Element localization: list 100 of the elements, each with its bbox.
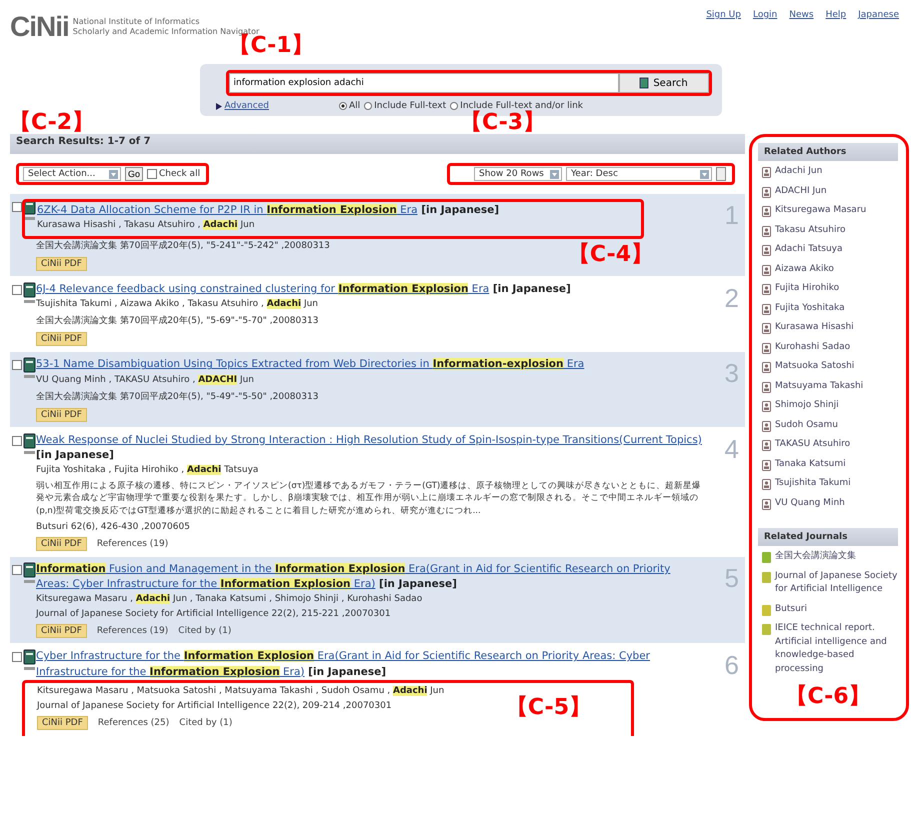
checkbox[interactable] [12, 436, 22, 446]
pdf-badge[interactable]: CiNii PDF [36, 332, 87, 346]
header-link[interactable]: Help [826, 10, 846, 44]
author-link[interactable]: TAKASU Atsuhiro [775, 438, 850, 452]
person-icon [762, 498, 771, 510]
pdf-badge[interactable]: CiNii PDF [36, 537, 87, 552]
journal-link[interactable]: Journal of Japanese Society for Artificial Intelligence [775, 570, 898, 596]
person-icon [762, 362, 771, 373]
checkbox[interactable] [12, 652, 22, 662]
author-link[interactable]: Shimojo Shinji [775, 399, 839, 412]
author-list: Kitsuregawa Masaru , Matsuoka Satoshi , Matsuyama Takashi , Sudoh Osamu , Adachi Jun [37, 686, 627, 696]
result-title-link[interactable]: 6J-4 Relevance feedback using constrained clustering for Information Explosion Era [in Japanese] [36, 282, 705, 298]
search-button[interactable]: Search [618, 73, 708, 93]
pdf-badge[interactable]: CiNii PDF [36, 624, 87, 638]
result-link[interactable]: References (25) [98, 718, 170, 728]
search-field[interactable]: information explosion adachi [228, 73, 618, 93]
book-icon [639, 77, 650, 89]
radio-button[interactable] [364, 102, 372, 110]
triangle-icon [216, 102, 222, 110]
caret-icon [550, 170, 559, 178]
radio-label: Include Full-text and/or link [460, 101, 584, 111]
checkbox[interactable] [12, 202, 22, 212]
author-link[interactable]: Fujita Yoshitaka [775, 302, 845, 315]
author-link[interactable]: Kitsuregawa Masaru [775, 204, 866, 218]
journal-link[interactable]: IEICE technical report. Artificial intelligence and knowledge-based processing [775, 622, 898, 676]
result-title-link[interactable]: Information Fusion and Management in the Information Explosion Era(Grant in Aid for Scientific Research on Priority Areas: Cyber Infrastructure for the Information Explosion Era) [in Japanese] [36, 562, 705, 592]
action-select[interactable]: Select Action... [23, 167, 121, 181]
document-icon [23, 357, 36, 380]
header-link[interactable]: Login [752, 10, 778, 44]
source-citation: 全国大会講演論文集 第70回平成20年(5), "5-69"-"5-70" ,20080313 [36, 314, 318, 328]
abstract-text: 弱い相互作用による原子核の遷移、特にスピン・アイソスピン(στ)型遷移であるガモフ・テラー(GT)遷移は、原子核物理としての興味が尽きないとともに、超新星爆発や元素合成など宇宙物理学で重要な役割を果たす。しかし、β崩壊実験では、相互作用が弱い上に崩壊エネルギーの窓で制限される。そこで中間エネルギー領域の(p,n)型荷電交換反応ではGT型遷移が選択的に励起されることに着目した研究が進められ、研究が進むにつれ... [36, 480, 702, 518]
source-citation: 全国大会講演論文集 第70回平成20年(5), "5-241"-"5-242" ,20080313 [36, 240, 330, 252]
annotation-label: 【C-5】 [506, 696, 591, 719]
author-link[interactable]: Adachi Tatsuya [775, 243, 843, 256]
journal-link[interactable]: 全国大会講演論文集 [775, 550, 856, 564]
person-icon [762, 420, 771, 432]
document-icon [23, 199, 36, 221]
results-count: Search Results: 1-7 of 7 [16, 136, 151, 147]
source-citation: Butsuri 62(6), 426-430 ,20070605 [36, 522, 190, 532]
result-link[interactable]: References (19) [96, 626, 168, 636]
result-link[interactable]: Cited by (1) [178, 626, 232, 636]
rows-select[interactable]: Show 20 Rows [474, 167, 562, 181]
source-citation: Journal of Japanese Society for Artificial Intelligence 22(2), 209-214 ,20070301 [37, 700, 392, 711]
pdf-badge[interactable]: CiNii PDF [36, 408, 87, 422]
author-link[interactable]: Sudoh Osamu [775, 418, 838, 432]
person-icon [762, 460, 771, 470]
person-icon [762, 382, 771, 392]
checkbox[interactable] [12, 285, 22, 296]
annotation-label: 【C-4】 [568, 244, 653, 266]
document-icon [23, 282, 36, 304]
source-citation: Journal of Japanese Society for Artificial Intelligence 22(2), 215-221 ,20070301 [36, 609, 391, 620]
result-title-link[interactable]: Weak Response of Nuclei Studied by Strong Interaction : High Resolution Study of Spin-Isospin-type Transitions(Current Topics) [in Japanese] [36, 432, 705, 464]
result-title-link[interactable]: 6ZK-4 Data Allocation Scheme for P2P IR in Information Explosion Era [in Japanese] [37, 203, 637, 218]
author-link[interactable]: Adachi Jun [775, 165, 822, 178]
header-link[interactable]: Japanese [858, 10, 899, 44]
author-link[interactable]: Matsuoka Satoshi [775, 360, 854, 374]
person-icon [762, 323, 771, 334]
logo-subtitle: National Institute of Informatics [72, 16, 201, 27]
author-link[interactable]: Takasu Atsuhiro [775, 224, 846, 237]
checkbox-label: Check all [159, 169, 200, 179]
radio-button[interactable] [450, 102, 458, 110]
radio-button[interactable] [338, 102, 347, 110]
author-link[interactable]: ADACHI Jun [775, 184, 827, 198]
author-link[interactable]: Kurasawa Hisashi [775, 321, 854, 334]
person-icon [762, 401, 771, 412]
checkbox[interactable] [12, 565, 22, 576]
author-link[interactable]: Tsujishita Takumi [775, 477, 851, 490]
author-link[interactable]: Aizawa Akiko [775, 262, 834, 276]
go-button[interactable]: Go [125, 167, 144, 181]
person-icon [762, 264, 771, 276]
radio-label: Include Full-text [374, 101, 446, 111]
result-link[interactable]: References (19) [96, 539, 168, 550]
document-icon [23, 562, 36, 584]
radio-label: All [348, 101, 360, 111]
site-logo[interactable]: CiNii [10, 11, 69, 43]
person-icon [762, 186, 771, 198]
annotation-label: 【C-2】 [9, 112, 94, 134]
pdf-badge[interactable]: CiNii PDF [36, 257, 87, 272]
advanced-search-link[interactable]: Advanced [224, 101, 269, 111]
author-link[interactable]: VU Quang Minh [775, 496, 845, 510]
checkbox[interactable] [147, 169, 158, 179]
person-icon [762, 440, 771, 451]
go-button[interactable] [716, 167, 726, 181]
checkbox[interactable] [12, 360, 22, 370]
result-title-link[interactable]: 53-1 Name Disambiguation Using Topics Extracted from Web Directories in Information-explosion Era [36, 357, 705, 373]
person-icon [762, 304, 771, 314]
header-link[interactable]: Sign Up [706, 10, 741, 44]
author-link[interactable]: Tanaka Katsumi [775, 458, 846, 471]
pdf-badge[interactable]: CiNii PDF [37, 716, 88, 730]
person-icon [762, 226, 771, 236]
author-list: Kurasawa Hisashi , Takasu Atsuhiro , Adachi Jun [37, 220, 637, 230]
author-list: Fujita Yoshitaka , Fujita Hirohiko , Adachi Tatsuya [36, 465, 705, 476]
result-title-link[interactable]: Cyber Infrastructure for the Information Explosion Era(Grant in Aid for Scientific Research on Priority Areas: Cyber Infrastructure for the Information Explosion Era) [in Japanese] [36, 649, 705, 680]
header-link[interactable]: News [789, 10, 814, 44]
author-link[interactable]: Matsuyama Takashi [775, 380, 864, 393]
sort-select[interactable]: Year: Desc [566, 167, 712, 181]
journal-link[interactable]: Butsuri [775, 602, 808, 616]
result-link[interactable]: Cited by (1) [179, 718, 232, 728]
author-link[interactable]: Kurohashi Sadao [775, 340, 850, 354]
author-link[interactable]: Fujita Hirohiko [775, 282, 840, 296]
